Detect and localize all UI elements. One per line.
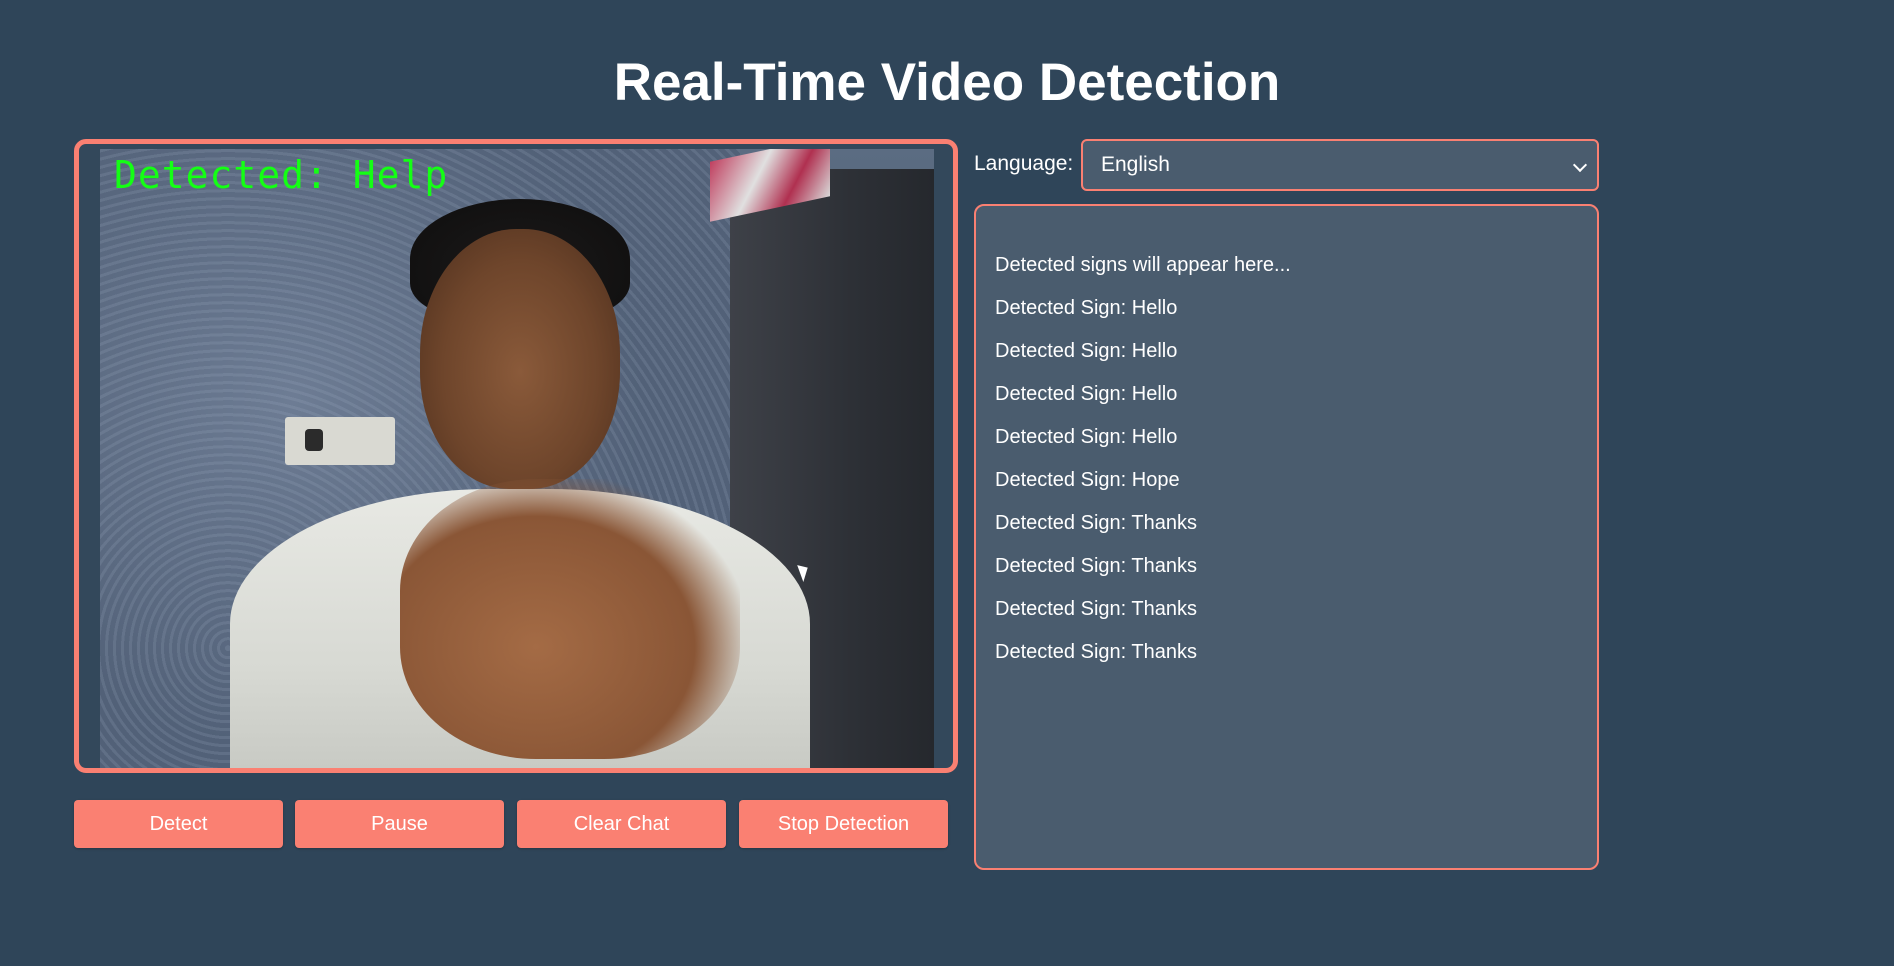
video-feed: Detected: Help	[100, 149, 934, 768]
chat-message: Detected Sign: Hello	[995, 383, 1178, 405]
chat-message: Detected Sign: Hello	[995, 426, 1178, 448]
chat-message: Detected Sign: Thanks	[995, 512, 1197, 534]
language-label: Language:	[974, 152, 1074, 175]
chat-message: Detected Sign: Hello	[995, 297, 1178, 319]
video-frame: Detected: Help	[74, 139, 958, 773]
page-title: Real-Time Video Detection	[613, 53, 1281, 112]
page: Real-Time Video Detection Detected: Help…	[0, 0, 1894, 966]
clear-chat-button[interactable]: Clear Chat	[517, 800, 726, 848]
language-selected-value: English	[1101, 153, 1170, 176]
switch-knob	[305, 429, 323, 451]
chat-message: Detected Sign: Hello	[995, 340, 1178, 362]
chat-message: Detected Sign: Hope	[995, 469, 1180, 491]
chevron-down-icon	[1572, 157, 1588, 173]
detect-button[interactable]: Detect	[74, 800, 283, 848]
chat-placeholder: Detected signs will appear here...	[995, 254, 1291, 276]
detection-overlay-text: Detected: Help	[114, 153, 449, 197]
chat-message: Detected Sign: Thanks	[995, 641, 1197, 663]
video-switchboard	[285, 417, 395, 465]
language-select[interactable]: English	[1081, 139, 1599, 191]
chat-message: Detected Sign: Thanks	[995, 555, 1197, 577]
detected-signs-chat[interactable]: Detected signs will appear here... Detec…	[974, 204, 1599, 870]
pause-button[interactable]: Pause	[295, 800, 504, 848]
chat-message: Detected Sign: Thanks	[995, 598, 1197, 620]
video-person-hands	[400, 479, 740, 759]
stop-detection-button[interactable]: Stop Detection	[739, 800, 948, 848]
video-person-head	[420, 229, 620, 489]
